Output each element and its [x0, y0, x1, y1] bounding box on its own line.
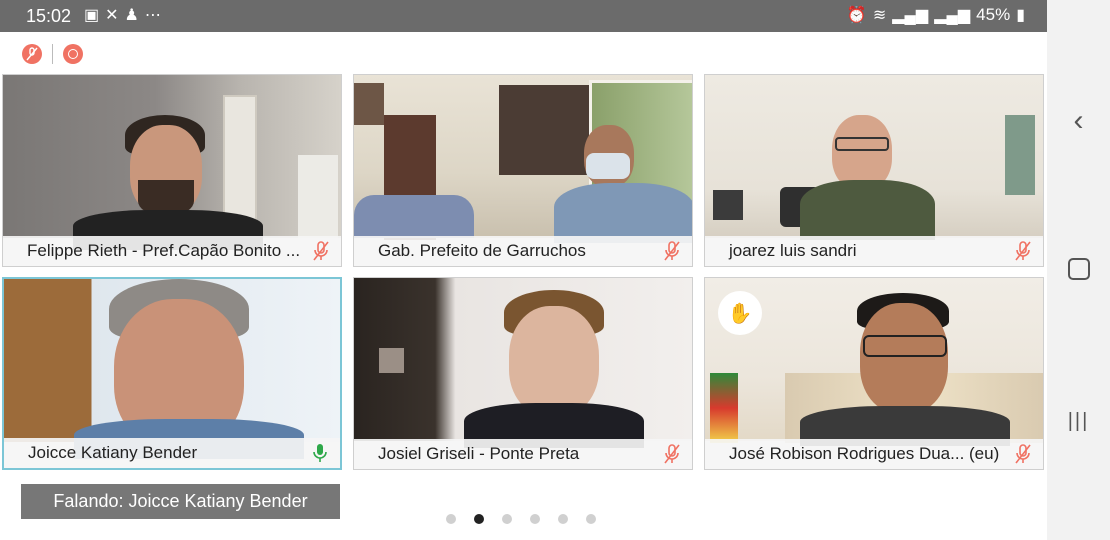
- participant-tile[interactable]: joarez luis sandri: [704, 74, 1044, 267]
- meeting-toolbar: [22, 44, 83, 64]
- participant-video: [354, 278, 692, 448]
- raise-hand-icon: ✋: [718, 291, 762, 335]
- back-icon[interactable]: ‹: [1047, 104, 1110, 138]
- status-system-icons: ⏰ ≋ ▂▄▆ ▂▄▆ 45% ▮: [847, 5, 1025, 25]
- participant-caption: Felippe Rieth - Pref.Capão Bonito ...: [3, 236, 341, 266]
- mic-active-icon: [313, 444, 327, 462]
- participant-caption: Josiel Griseli - Ponte Preta: [354, 439, 692, 469]
- page-dot[interactable]: [586, 514, 596, 524]
- participant-name: joarez luis sandri: [729, 241, 857, 260]
- participant-video: ✋: [705, 278, 1043, 446]
- participant-caption: Joicce Katiany Bender: [4, 438, 340, 468]
- participant-name: Felippe Rieth - Pref.Capão Bonito ...: [27, 241, 301, 260]
- image-icon: ▣: [84, 7, 106, 24]
- page-dot[interactable]: [530, 514, 540, 524]
- participant-name: José Robison Rodrigues Dua... (eu): [729, 444, 1000, 463]
- mic-muted-icon: [1015, 444, 1031, 464]
- mic-muted-icon: [1015, 241, 1031, 261]
- alarm-icon: ⏰: [846, 7, 867, 24]
- recent-apps-icon[interactable]: |||: [1047, 410, 1110, 433]
- participant-name: Josiel Griseli - Ponte Preta: [378, 444, 580, 463]
- page-dot[interactable]: [446, 514, 456, 524]
- mic-muted-icon: [313, 241, 329, 261]
- page-dot[interactable]: [502, 514, 512, 524]
- missed-call-icon: ✕: [105, 7, 125, 24]
- page-dot-current[interactable]: [474, 514, 484, 524]
- participant-caption: Gab. Prefeito de Garruchos: [354, 236, 692, 266]
- status-time: 15:02: [26, 6, 72, 26]
- more-icon: ⋯: [144, 7, 167, 24]
- participant-video: [354, 75, 692, 243]
- mic-muted-icon: [664, 444, 680, 464]
- participant-tile-active[interactable]: Joicce Katiany Bender: [2, 277, 342, 470]
- battery-percent: 45%: [976, 5, 1011, 24]
- participant-caption: joarez luis sandri: [705, 236, 1043, 266]
- status-bar: 15:02 ▣✕♟⋯ ⏰ ≋ ▂▄▆ ▂▄▆ 45% ▮: [0, 0, 1047, 32]
- status-notification-icons: ▣✕♟⋯: [84, 5, 167, 25]
- meeting-view: Felippe Rieth - Pref.Capão Bonito ... Ga…: [0, 32, 1047, 540]
- participant-tile[interactable]: Josiel Griseli - Ponte Preta: [353, 277, 693, 470]
- participant-tile[interactable]: Felippe Rieth - Pref.Capão Bonito ...: [2, 74, 342, 267]
- participant-caption: José Robison Rodrigues Dua... (eu): [705, 439, 1043, 469]
- signal-icon: ▂▄▆: [934, 7, 971, 24]
- signal-icon: ▂▄▆: [892, 7, 929, 24]
- home-icon[interactable]: [1047, 258, 1110, 280]
- participant-video: [3, 75, 341, 250]
- speaking-indicator: Falando: Joicce Katiany Bender: [21, 484, 340, 519]
- participant-name: Joicce Katiany Bender: [28, 443, 198, 462]
- battery-icon: ▮: [1016, 7, 1025, 24]
- participant-name: Gab. Prefeito de Garruchos: [378, 241, 586, 260]
- participant-video: [705, 75, 1043, 240]
- participant-tile[interactable]: Gab. Prefeito de Garruchos: [353, 74, 693, 267]
- participant-tile[interactable]: ✋ José Robison Rodrigues Dua... (eu): [704, 277, 1044, 470]
- navigation-bar: ‹ |||: [1047, 0, 1110, 540]
- mic-muted-icon[interactable]: [22, 44, 42, 64]
- participant-video: [4, 279, 340, 459]
- record-icon[interactable]: [63, 44, 83, 64]
- page-indicator[interactable]: [446, 514, 596, 524]
- person-icon: ♟: [124, 7, 145, 24]
- toolbar-divider: [52, 44, 53, 64]
- page-dot[interactable]: [558, 514, 568, 524]
- mic-muted-icon: [664, 241, 680, 261]
- wifi-icon: ≋: [872, 7, 887, 24]
